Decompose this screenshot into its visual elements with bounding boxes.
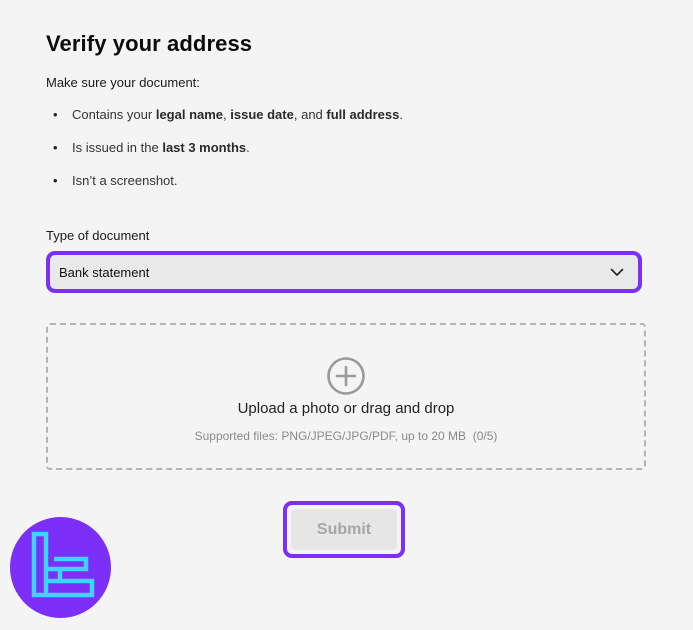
document-type-selected-value: Bank statement: [59, 264, 150, 280]
requirement-emphasis: full address: [326, 107, 400, 122]
chevron-down-icon: [610, 268, 624, 277]
upload-title: Upload a photo or drag and drop: [237, 400, 455, 417]
upload-dropzone[interactable]: Upload a photo or drag and drop Supporte…: [46, 323, 646, 470]
requirement-emphasis: last 3 months: [162, 140, 247, 155]
submit-button[interactable]: Submit: [283, 501, 405, 558]
requirement-emphasis: issue date: [230, 107, 294, 122]
verify-address-page: Verify your address Make sure your docum…: [0, 0, 693, 630]
submit-button-label: Submit: [291, 509, 397, 550]
document-type-select[interactable]: Bank statement: [46, 251, 642, 293]
requirement-text: Isn’t a screenshot.: [72, 173, 178, 188]
requirement-text: .: [399, 107, 403, 122]
requirement-item: • Isn’t a screenshot.: [46, 170, 403, 203]
bullet-icon: •: [53, 107, 58, 122]
plus-circle-icon: [326, 356, 366, 401]
requirements-list: • Contains your legal name, issue date, a…: [46, 104, 403, 203]
brand-logo: [10, 517, 111, 618]
requirement-text: Contains your: [72, 107, 156, 122]
requirement-emphasis: legal name: [155, 107, 224, 122]
bullet-icon: •: [53, 140, 58, 155]
requirement-item: • Is issued in the last 3 months.: [46, 137, 403, 170]
requirement-item: • Contains your legal name, issue date, a…: [46, 104, 403, 137]
upload-hint: Supported files: PNG/JPEG/JPG/PDF, up to…: [194, 429, 498, 443]
intro-text: Make sure your document:: [46, 75, 200, 90]
requirement-text: Is issued in the: [72, 140, 163, 155]
document-type-label: Type of document: [46, 228, 150, 243]
bullet-icon: •: [53, 173, 58, 188]
requirement-text: .: [246, 140, 250, 155]
page-title: Verify your address: [46, 31, 253, 56]
requirement-text: , and: [293, 107, 327, 122]
